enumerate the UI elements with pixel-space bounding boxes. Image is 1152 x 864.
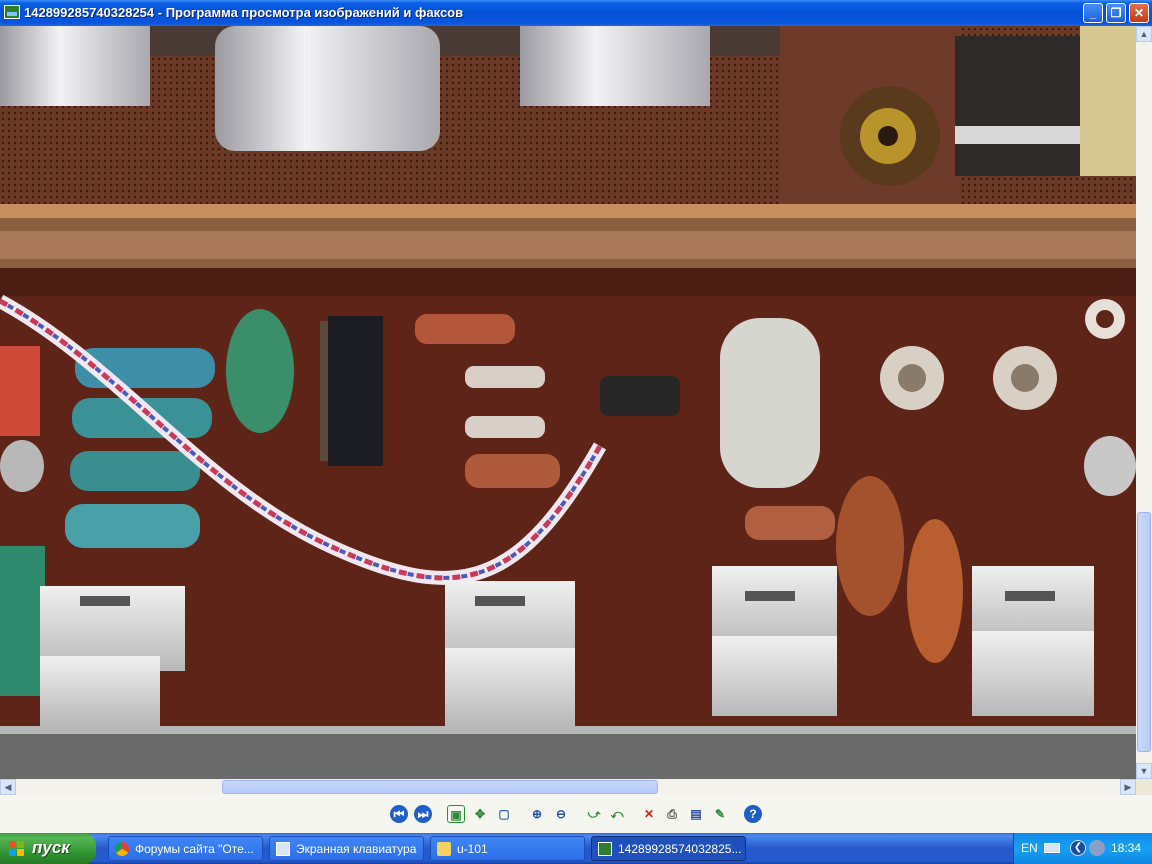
minimize-button[interactable]: _: [1083, 3, 1103, 23]
save-icon[interactable]: ▤: [687, 805, 705, 823]
previous-image-icon[interactable]: ⏮: [390, 805, 408, 823]
start-label: пуск: [32, 838, 70, 857]
arrow-down-icon: ▼: [1139, 766, 1149, 776]
delete-icon[interactable]: ✕: [640, 805, 658, 823]
help-icon[interactable]: ?: [744, 805, 762, 823]
close-icon: ✕: [1133, 6, 1145, 20]
taskbar: пуск Форумы сайта "Оте... Экранная клави…: [0, 833, 1152, 864]
edit-icon[interactable]: ✎: [711, 805, 729, 823]
actual-size-icon[interactable]: ✥: [471, 805, 489, 823]
image-viewer-icon: [598, 842, 612, 856]
keyboard-icon: [276, 842, 290, 856]
taskbar-item-image-viewer[interactable]: 14289928574032825...: [591, 836, 746, 861]
tray-app-icon[interactable]: [1089, 840, 1105, 856]
windows-flag-icon: [9, 841, 25, 856]
best-fit-icon[interactable]: ▣: [447, 805, 465, 823]
taskbar-item-keyboard[interactable]: Экранная клавиатура: [269, 836, 424, 861]
title-bar[interactable]: 142899285740328254 - Программа просмотра…: [0, 0, 1152, 26]
horizontal-scroll-thumb[interactable]: [222, 780, 658, 794]
taskbar-item-forums[interactable]: Форумы сайта "Оте...: [108, 836, 263, 861]
arrow-left-icon: ◀: [4, 782, 12, 792]
horizontal-scrollbar[interactable]: ◀ ▶: [0, 779, 1136, 795]
start-button[interactable]: пуск: [0, 833, 96, 864]
folder-icon: [437, 842, 451, 856]
viewer-toolbar: ⏮ ⏭ ▣ ✥ ▢ ⊕ ⊖ ⤻ ⤺ ✕ ⎙ ▤ ✎ ?: [0, 795, 1152, 833]
image-viewer-icon: [4, 5, 20, 19]
show-hidden-icons-icon[interactable]: ❮: [1070, 840, 1086, 856]
scroll-up-button[interactable]: ▲: [1136, 26, 1152, 42]
maximize-button[interactable]: ❐: [1106, 3, 1126, 23]
zoom-out-icon[interactable]: ⊖: [552, 805, 570, 823]
restore-icon: ❐: [1110, 6, 1122, 20]
circuit-board-photo: [0, 26, 1136, 779]
clock[interactable]: 18:34: [1111, 841, 1141, 855]
rotate-counterclockwise-icon[interactable]: ⤺: [608, 805, 626, 823]
window-title: 142899285740328254 - Программа просмотра…: [24, 5, 464, 20]
chrome-icon: [115, 842, 129, 856]
system-tray: EN ❮ 18:34: [1013, 833, 1152, 864]
rotate-clockwise-icon[interactable]: ⤻: [585, 805, 603, 823]
next-image-icon[interactable]: ⏭: [414, 805, 432, 823]
print-icon[interactable]: ⎙: [663, 805, 681, 823]
scrollbar-corner: [1136, 779, 1152, 795]
taskbar-item-folder[interactable]: u-101: [430, 836, 585, 861]
slideshow-icon[interactable]: ▢: [495, 805, 513, 823]
scroll-left-button[interactable]: ◀: [0, 779, 16, 795]
vertical-scrollbar[interactable]: ▲ ▼: [1136, 26, 1152, 779]
scroll-down-button[interactable]: ▼: [1136, 763, 1152, 779]
image-viewport[interactable]: [0, 26, 1136, 779]
keyboard-layout-icon[interactable]: [1044, 843, 1060, 853]
vertical-scroll-thumb[interactable]: [1137, 512, 1151, 752]
language-indicator[interactable]: EN: [1021, 841, 1038, 855]
minimize-icon: _: [1089, 6, 1097, 20]
close-button[interactable]: ✕: [1129, 3, 1149, 23]
zoom-in-icon[interactable]: ⊕: [528, 805, 546, 823]
arrow-up-icon: ▲: [1139, 29, 1149, 39]
arrow-right-icon: ▶: [1124, 782, 1132, 792]
scroll-right-button[interactable]: ▶: [1120, 779, 1136, 795]
